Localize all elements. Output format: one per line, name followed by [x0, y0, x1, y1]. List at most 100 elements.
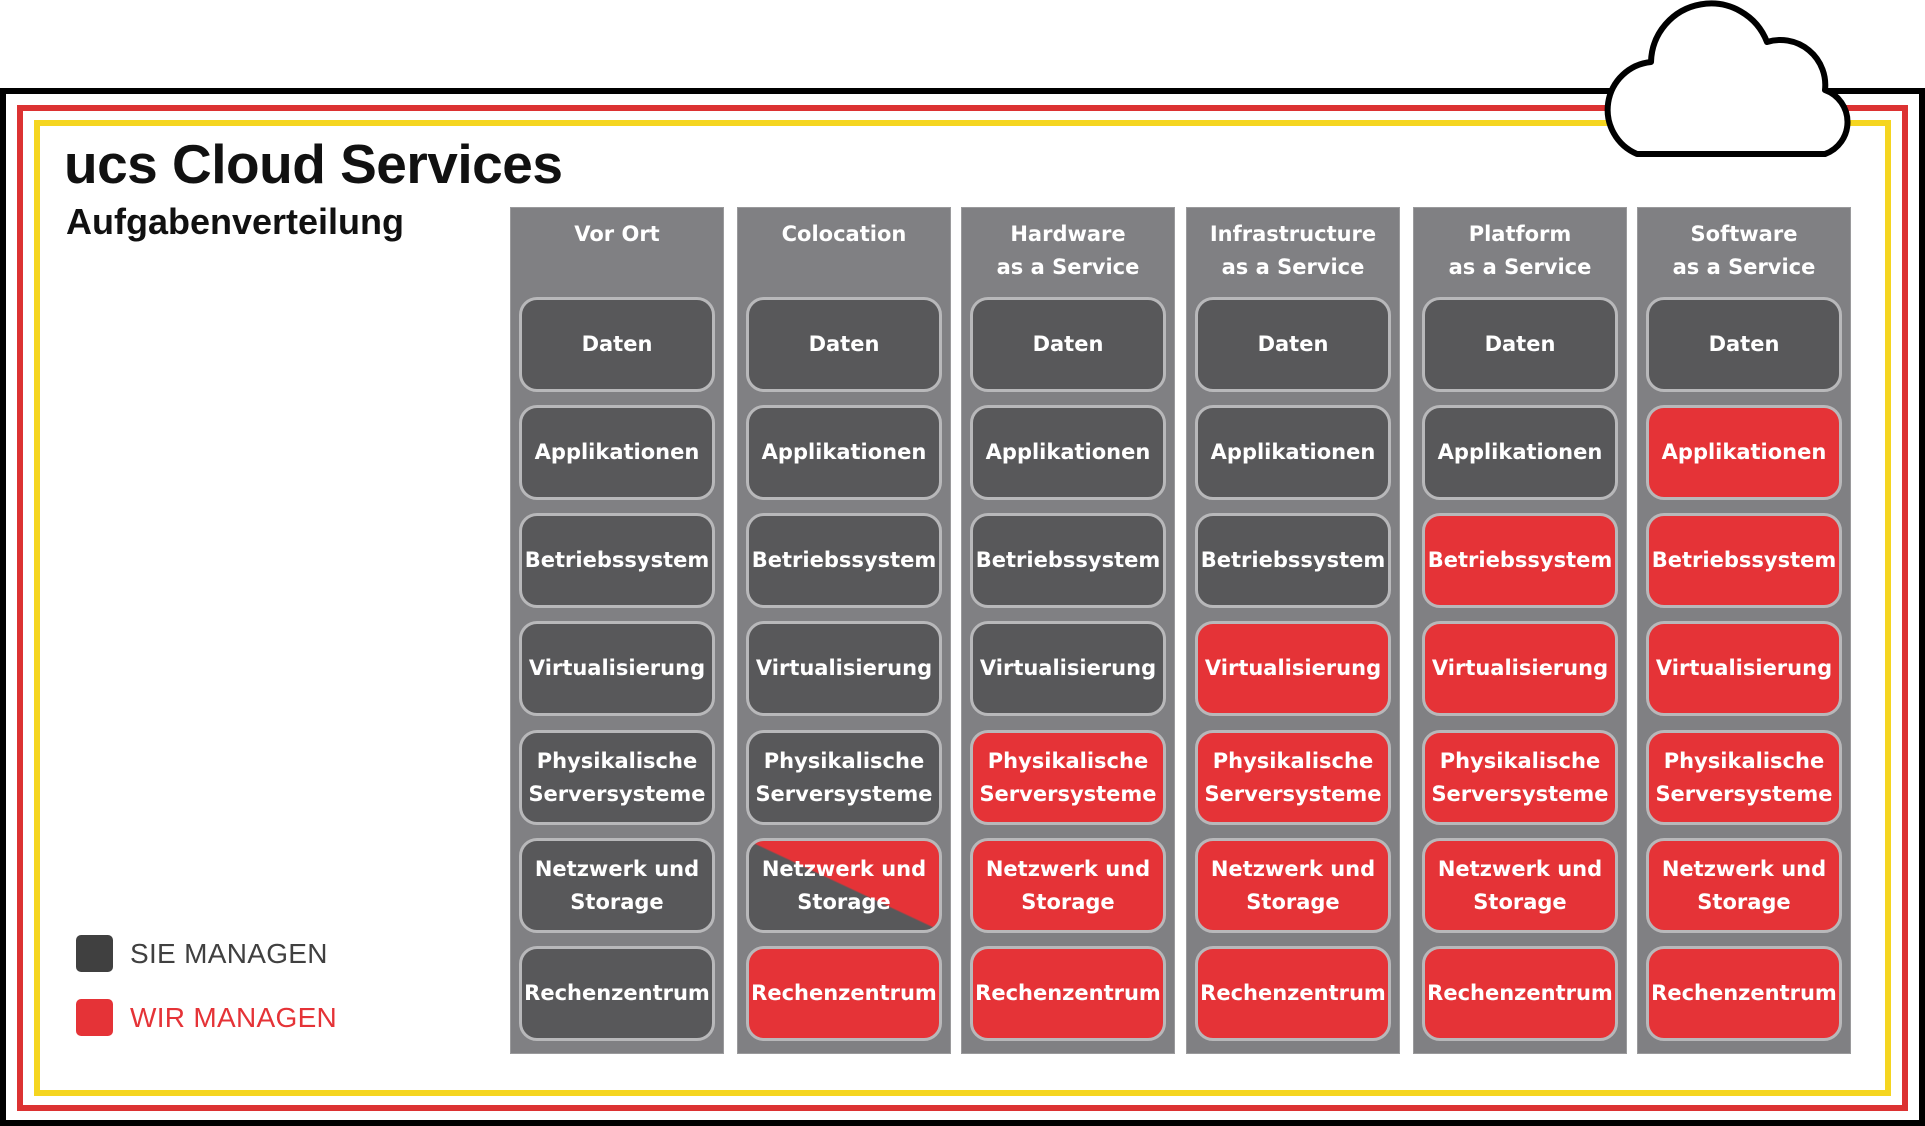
tile-physikalische-serversysteme: Physikalische Serversysteme	[970, 730, 1166, 825]
tile-label: Applikationen	[1437, 440, 1603, 464]
tile-physikalische-serversysteme: Physikalische Serversysteme	[746, 730, 942, 825]
column-software-as-a-service: Software as a Service Daten Applikationen B…	[1637, 207, 1851, 1054]
legend-label-sie: SIE MANAGEN	[130, 937, 328, 969]
tile-betriebssystem: Betriebssystem	[1422, 513, 1618, 608]
tile-rechenzentrum: Rechenzentrum	[1422, 946, 1618, 1041]
legend-item-wir: WIR MANAGEN	[76, 999, 337, 1036]
tile-label: Netzwerk und Storage	[1437, 856, 1603, 914]
column-infrastructure-as-a-service: Infrastructure as a Service Daten Applikat…	[1186, 207, 1400, 1054]
tile-label: Betriebssystem	[524, 548, 710, 572]
tile-applikationen: Applikationen	[519, 405, 715, 500]
column-header: Platform as a Service	[1448, 222, 1592, 279]
tile-virtualisierung: Virtualisierung	[746, 621, 942, 716]
tile-label: Netzwerk und Storage	[1210, 856, 1376, 914]
tile-label: Applikationen	[761, 440, 927, 464]
tile-label: Betriebssystem	[1200, 548, 1386, 572]
tile-virtualisierung: Virtualisierung	[1422, 621, 1618, 716]
tile-daten: Daten	[1195, 297, 1391, 392]
tile-label: Daten	[1484, 332, 1556, 356]
tile-label: Daten	[581, 332, 653, 356]
tile-label: Physikalische Serversysteme	[1431, 748, 1609, 806]
tile-label: Daten	[808, 332, 880, 356]
cloud-icon	[1604, 0, 1851, 157]
tile-applikationen: Applikationen	[746, 405, 942, 500]
tile-label: Virtualisierung	[755, 656, 933, 680]
column-vor-ort: Vor Ort Daten Applikationen Betriebssystem V…	[510, 207, 724, 1054]
tile-label: Physikalische Serversysteme	[979, 748, 1157, 806]
column-header: Vor Ort	[574, 222, 660, 246]
tile-netzwerk-und-storage: Netzwerk und Storage	[1195, 838, 1391, 933]
tile-label: Netzwerk und Storage	[1661, 856, 1827, 914]
tile-virtualisierung: Virtualisierung	[1646, 621, 1842, 716]
tile-label: Applikationen	[985, 440, 1151, 464]
legend-swatch-sie	[76, 935, 113, 972]
page-title: ucs Cloud Services	[64, 133, 563, 195]
column-hardware-as-a-service: Hardware as a Service Daten Applikationen B…	[961, 207, 1175, 1054]
tile-betriebssystem: Betriebssystem	[1195, 513, 1391, 608]
legend-swatch-wir	[76, 999, 113, 1036]
tile-daten: Daten	[1422, 297, 1618, 392]
tile-label: Rechenzentrum	[1651, 981, 1837, 1005]
tile-label: Netzwerk und Storage	[985, 856, 1151, 914]
tile-label: Rechenzentrum	[1200, 981, 1386, 1005]
tile-label: Applikationen	[534, 440, 700, 464]
tile-rechenzentrum: Rechenzentrum	[746, 946, 942, 1041]
tile-label: Rechenzentrum	[524, 981, 710, 1005]
tile-label: Physikalische Serversysteme	[1204, 748, 1382, 806]
tile-label: Rechenzentrum	[975, 981, 1161, 1005]
tile-label: Applikationen	[1661, 440, 1827, 464]
tile-daten: Daten	[519, 297, 715, 392]
tile-betriebssystem: Betriebssystem	[1646, 513, 1842, 608]
page-subtitle: Aufgabenverteilung	[66, 201, 405, 242]
tile-label: Daten	[1032, 332, 1104, 356]
tile-physikalische-serversysteme: Physikalische Serversysteme	[1422, 730, 1618, 825]
tile-betriebssystem: Betriebssystem	[970, 513, 1166, 608]
column-header: Software as a Service	[1672, 222, 1816, 279]
tile-label: Virtualisierung	[1204, 656, 1382, 680]
tile-label: Virtualisierung	[979, 656, 1157, 680]
tile-label: Betriebssystem	[1427, 548, 1613, 572]
tile-label: Virtualisierung	[1431, 656, 1609, 680]
tile-netzwerk-und-storage: Netzwerk und Storage	[1422, 838, 1618, 933]
tile-label: Rechenzentrum	[751, 981, 937, 1005]
tile-label: Netzwerk und Storage	[761, 856, 927, 914]
tile-label: Netzwerk und Storage	[534, 856, 700, 914]
legend-item-sie: SIE MANAGEN	[76, 935, 328, 972]
legend-label-wir: WIR MANAGEN	[130, 1001, 338, 1033]
tile-label: Physikalische Serversysteme	[1655, 748, 1833, 806]
column-header: Hardware as a Service	[996, 222, 1140, 279]
tile-label: Betriebssystem	[751, 548, 937, 572]
tile-virtualisierung: Virtualisierung	[519, 621, 715, 716]
tile-label: Daten	[1257, 332, 1329, 356]
tile-daten: Daten	[1646, 297, 1842, 392]
tile-virtualisierung: Virtualisierung	[970, 621, 1166, 716]
tile-netzwerk-und-storage: Netzwerk und Storage	[519, 838, 715, 933]
column-header: Infrastructure as a Service	[1209, 222, 1377, 279]
tile-applikationen: Applikationen	[1195, 405, 1391, 500]
tile-physikalische-serversysteme: Physikalische Serversysteme	[519, 730, 715, 825]
tile-label: Physikalische Serversysteme	[528, 748, 706, 806]
tile-physikalische-serversysteme: Physikalische Serversysteme	[1646, 730, 1842, 825]
tile-rechenzentrum: Rechenzentrum	[1195, 946, 1391, 1041]
tile-betriebssystem: Betriebssystem	[519, 513, 715, 608]
tile-label: Virtualisierung	[528, 656, 706, 680]
tile-label: Rechenzentrum	[1427, 981, 1613, 1005]
column-header: Colocation	[781, 222, 907, 246]
tile-betriebssystem: Betriebssystem	[746, 513, 942, 608]
tile-daten: Daten	[746, 297, 942, 392]
tile-rechenzentrum: Rechenzentrum	[970, 946, 1166, 1041]
tile-label: Betriebssystem	[975, 548, 1161, 572]
tile-label: Virtualisierung	[1655, 656, 1833, 680]
tile-label: Daten	[1708, 332, 1780, 356]
tile-virtualisierung: Virtualisierung	[1195, 621, 1391, 716]
tile-applikationen: Applikationen	[1422, 405, 1618, 500]
tile-label: Physikalische Serversysteme	[755, 748, 933, 806]
tile-netzwerk-und-storage: Netzwerk und Storage	[746, 838, 942, 933]
tile-netzwerk-und-storage: Netzwerk und Storage	[1646, 838, 1842, 933]
tile-physikalische-serversysteme: Physikalische Serversysteme	[1195, 730, 1391, 825]
tile-applikationen: Applikationen	[1646, 405, 1842, 500]
tile-netzwerk-und-storage: Netzwerk und Storage	[970, 838, 1166, 933]
column-colocation: Colocation Daten Applikationen Betriebssyst…	[737, 207, 951, 1054]
tile-label: Betriebssystem	[1651, 548, 1837, 572]
column-platform-as-a-service: Platform as a Service Daten Applikationen B…	[1413, 207, 1627, 1054]
